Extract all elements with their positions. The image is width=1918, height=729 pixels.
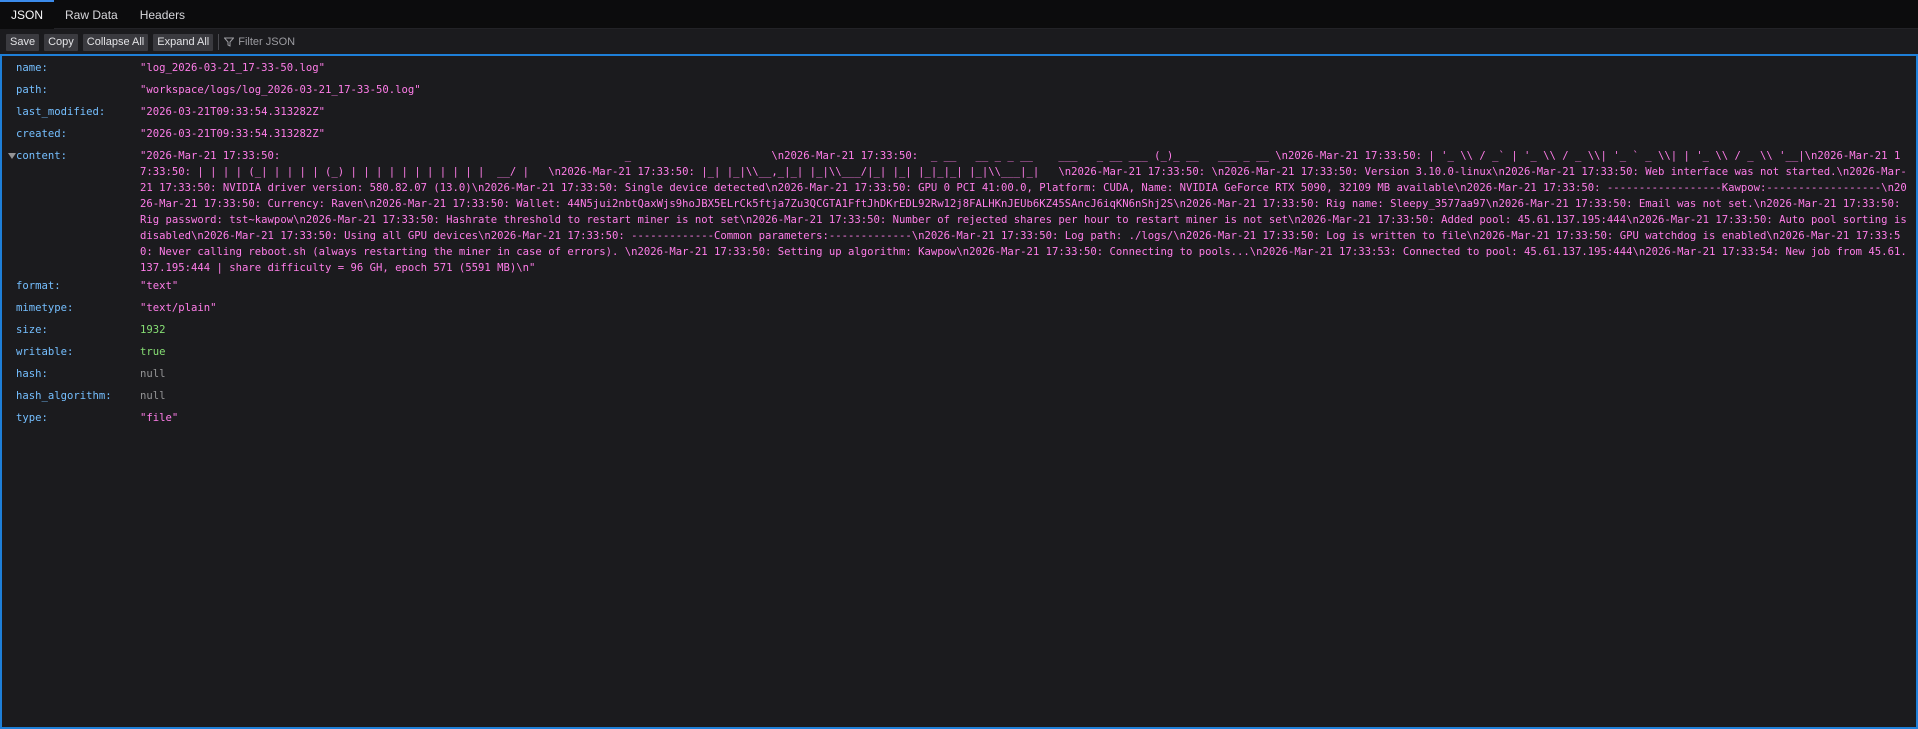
json-row[interactable]: created: "2026-03-21T09:33:54.313282Z"	[2, 124, 1916, 146]
row-indent	[2, 278, 16, 298]
row-indent	[2, 322, 16, 342]
toolbar-divider	[218, 34, 220, 50]
filter-placeholder: Filter JSON	[238, 36, 296, 48]
json-row[interactable]: hash_algorithm: null	[2, 386, 1916, 408]
json-value: "text"	[140, 280, 179, 292]
row-indent	[2, 388, 16, 408]
json-value: true	[140, 346, 166, 358]
row-indent	[2, 344, 16, 364]
json-key: mimetype:	[16, 302, 74, 314]
json-value: 1932	[140, 324, 166, 336]
filter-json-input[interactable]: Filter JSON	[224, 36, 295, 48]
row-indent	[2, 300, 16, 320]
json-key: hash:	[16, 368, 48, 380]
json-row[interactable]: content: "2026-Mar-21 17:33:50: _ \n2026-…	[2, 146, 1916, 276]
row-indent	[2, 410, 16, 430]
json-value: "text/plain"	[140, 302, 217, 314]
json-viewer-panel: name: "log_2026-03-21_17-33-50.log" path: "…	[0, 54, 1918, 729]
json-row[interactable]: format: "text"	[2, 276, 1916, 298]
copy-button[interactable]: Copy	[44, 33, 78, 51]
json-row[interactable]: type: "file"	[2, 408, 1916, 430]
json-key: format:	[16, 280, 61, 292]
expand-toggle-icon[interactable]	[2, 148, 16, 276]
tab-bar: JSON Raw Data Headers	[0, 0, 1918, 29]
json-value: "file"	[140, 412, 179, 424]
json-tree: name: "log_2026-03-21_17-33-50.log" path: "…	[2, 56, 1916, 430]
json-value: "2026-03-21T09:33:54.313282Z"	[140, 106, 325, 118]
tab-headers[interactable]: Headers	[129, 2, 196, 28]
funnel-icon	[224, 37, 235, 47]
row-indent	[2, 104, 16, 124]
collapse-all-button[interactable]: Collapse All	[82, 33, 149, 51]
json-value: "log_2026-03-21_17-33-50.log"	[140, 62, 325, 74]
json-value: null	[140, 368, 166, 380]
json-value: "2026-03-21T09:33:54.313282Z"	[140, 128, 325, 140]
json-key: size:	[16, 324, 48, 336]
json-key: content:	[16, 150, 68, 162]
json-row[interactable]: writable: true	[2, 342, 1916, 364]
json-toolbar: Save Copy Collapse All Expand All Filter…	[0, 29, 1918, 56]
json-value: "workspace/logs/log_2026-03-21_17-33-50.…	[140, 84, 421, 96]
json-key: hash_algorithm:	[16, 390, 112, 402]
expand-all-button[interactable]: Expand All	[153, 33, 214, 51]
json-key: writable:	[16, 346, 74, 358]
json-value: "2026-Mar-21 17:33:50: _ \n2026-Mar-21 1…	[140, 150, 1914, 274]
save-button[interactable]: Save	[6, 33, 40, 51]
json-key: last_modified:	[16, 106, 106, 118]
json-key: path:	[16, 84, 48, 96]
json-key: type:	[16, 412, 48, 424]
json-row[interactable]: last_modified: "2026-03-21T09:33:54.31328…	[2, 102, 1916, 124]
row-indent	[2, 60, 16, 80]
json-key: created:	[16, 128, 68, 140]
json-value: null	[140, 390, 166, 402]
json-row[interactable]: hash: null	[2, 364, 1916, 386]
json-row[interactable]: path: "workspace/logs/log_2026-03-21_17-3…	[2, 80, 1916, 102]
json-key: name:	[16, 62, 48, 74]
row-indent	[2, 82, 16, 102]
json-row[interactable]: name: "log_2026-03-21_17-33-50.log"	[2, 58, 1916, 80]
json-row[interactable]: mimetype: "text/plain"	[2, 298, 1916, 320]
row-indent	[2, 366, 16, 386]
tab-json[interactable]: JSON	[0, 0, 55, 29]
json-row[interactable]: size: 1932	[2, 320, 1916, 342]
tab-raw-data[interactable]: Raw Data	[54, 2, 129, 28]
row-indent	[2, 126, 16, 146]
